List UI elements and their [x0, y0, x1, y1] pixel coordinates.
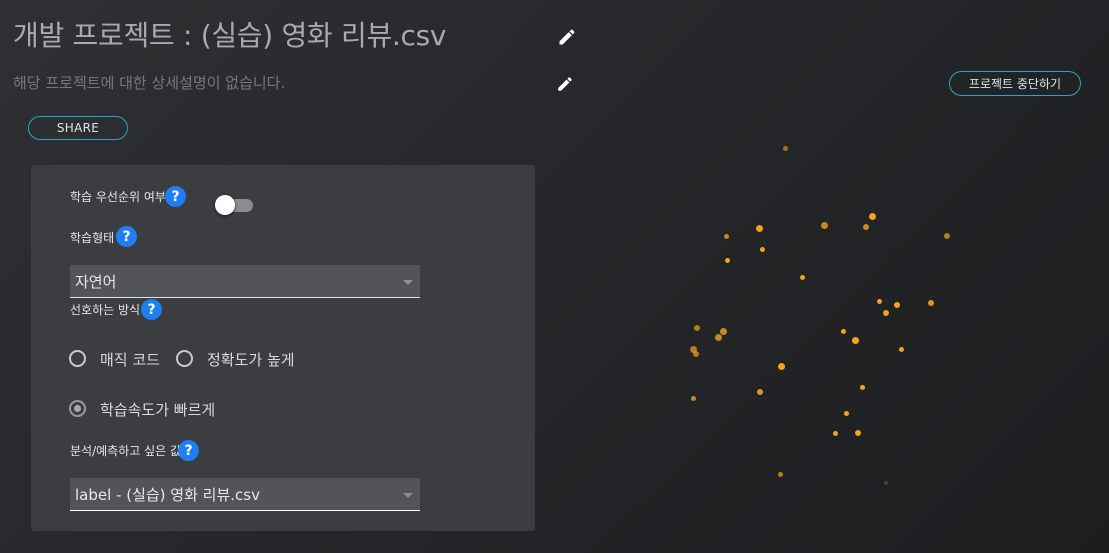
particle-dot — [777, 471, 783, 477]
priority-label: 학습 우선순위 여부 — [70, 190, 166, 204]
particle-dot — [799, 274, 805, 280]
project-description: 해당 프로젝트에 대한 상세설명이 없습니다. — [13, 74, 286, 92]
chevron-down-icon — [403, 280, 413, 285]
radio-button[interactable] — [69, 350, 86, 367]
particle-dot — [894, 302, 900, 308]
share-button[interactable]: SHARE — [28, 116, 128, 140]
particle-dot — [859, 384, 865, 390]
priority-toggle[interactable] — [215, 195, 255, 217]
particle-dot — [694, 325, 700, 331]
help-icon[interactable]: ? — [116, 226, 137, 247]
help-icon[interactable]: ? — [178, 440, 199, 461]
particle-dot — [884, 481, 888, 485]
target-label: 분석/예측하고 싶은 값 — [70, 444, 182, 458]
help-icon[interactable]: ? — [165, 186, 186, 207]
target-value: label - (실습) 영화 리뷰.csv — [75, 486, 260, 504]
particle-dot — [759, 246, 765, 252]
particle-dot — [898, 346, 904, 352]
radio-label: 매직 코드 — [100, 351, 160, 369]
particle-dot — [723, 233, 729, 239]
learning-type-value: 자연어 — [75, 273, 117, 291]
particle-dot — [832, 430, 838, 436]
particle-dot — [782, 145, 788, 151]
particle-dot — [757, 389, 763, 395]
particle-dot — [928, 300, 934, 306]
particle-dot — [868, 212, 876, 220]
toggle-knob — [215, 195, 235, 215]
particle-animation — [560, 100, 1109, 553]
page-title: 개발 프로젝트 : (실습) 영화 리뷰.csv — [13, 19, 447, 52]
particle-dot — [944, 233, 950, 239]
particle-dot — [693, 351, 699, 357]
particle-dot — [883, 310, 889, 316]
learning-type-select[interactable]: 자연어 — [70, 265, 420, 298]
radio-button[interactable] — [176, 350, 193, 367]
particle-dot — [777, 362, 785, 370]
radio-button[interactable] — [69, 400, 86, 417]
particle-dot — [724, 257, 730, 263]
edit-title-button[interactable] — [555, 25, 579, 49]
particle-dot — [876, 298, 882, 304]
radio-label: 학습속도가 빠르게 — [100, 401, 216, 419]
learning-type-label: 학습형태 — [70, 231, 115, 245]
radio-label: 정확도가 높게 — [207, 351, 295, 369]
particle-dot — [851, 336, 859, 344]
particle-dot — [820, 221, 828, 229]
stop-project-button[interactable]: 프로젝트 중단하기 — [949, 71, 1081, 96]
particle-dot — [690, 395, 696, 401]
radio-selected-dot — [74, 405, 81, 412]
help-icon[interactable]: ? — [141, 299, 162, 320]
preferred-method-label: 선호하는 방식 — [70, 303, 141, 317]
edit-description-button[interactable] — [553, 72, 577, 96]
settings-panel: 학습 우선순위 여부 ? 학습형태 ? 자연어 선호하는 방식 ? 매직 코드 … — [31, 165, 535, 531]
particle-dot — [863, 224, 869, 230]
particle-dot — [855, 430, 861, 436]
chevron-down-icon — [403, 493, 413, 498]
particle-dot — [714, 333, 722, 341]
particle-dot — [719, 327, 727, 335]
pencil-icon — [559, 29, 575, 45]
particle-dot — [755, 224, 763, 232]
pencil-icon — [558, 77, 572, 91]
particle-dot — [840, 328, 846, 334]
target-select[interactable]: label - (실습) 영화 리뷰.csv — [70, 478, 420, 511]
particle-dot — [843, 410, 849, 416]
